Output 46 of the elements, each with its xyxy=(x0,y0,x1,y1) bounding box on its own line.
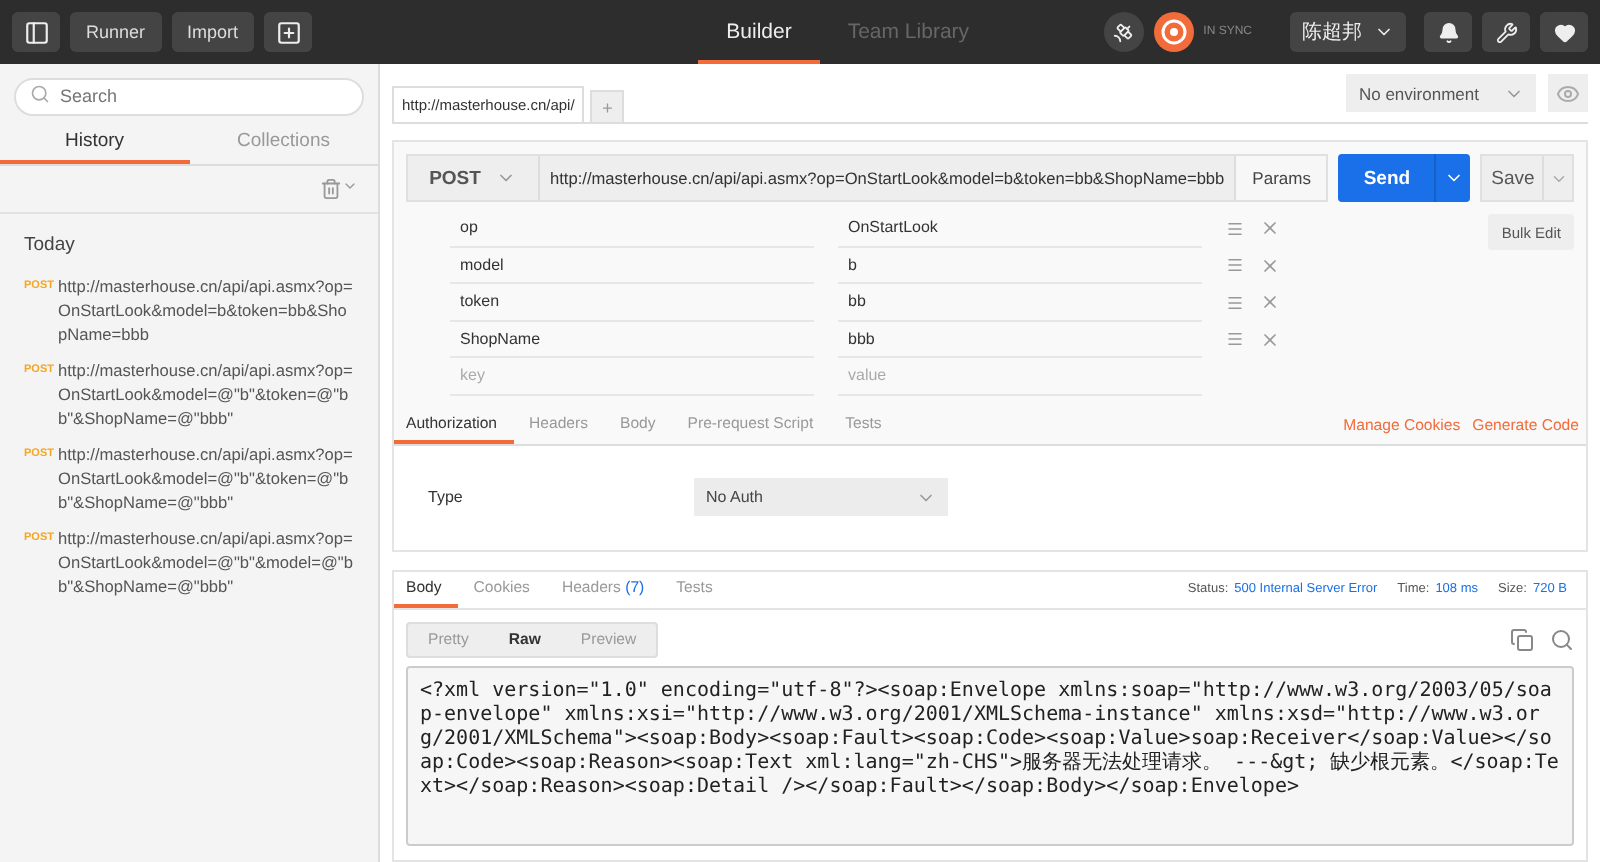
environment-select[interactable]: No environment xyxy=(1346,74,1537,112)
copy-icon[interactable] xyxy=(1510,627,1535,651)
history-item[interactable]: http://masterhouse.cn/api/api.asmx?op=OnStartLook&model=@"b"&token=@"bb"&ShopName=@"bbb" xyxy=(58,358,354,430)
auth-type-select[interactable]: No Auth xyxy=(694,478,948,516)
close-icon[interactable] xyxy=(1260,329,1280,350)
send-button[interactable]: Send xyxy=(1338,154,1471,202)
drag-handle-icon[interactable] xyxy=(1226,330,1244,349)
history-item[interactable]: http://masterhouse.cn/api/api.asmx?op=OnStartLook&model=@"b"&token=@"bb"&ShopName=@"bbb" xyxy=(58,442,354,514)
param-key[interactable]: ShopName xyxy=(450,321,814,358)
response-body: <?xml version="1.0" encoding="utf-8"?><soap:Envelope xmlns:soap="http://www.w3.org/2003/05/soap-envelope" xmlns:xsi="http://www.w3.org/2001/XMLSchema-instance" xmlns:xsd="http://www.w3.org/2001/XMLSchema"><soap:Body><soap:Fault><soap:Code><soap:Value>soap:Receiver</soap:Value></soap:Code><soap:Reason><soap:Text xml:lang="zh-CHS">服务器无法处理请求。 ---&gt; 缺少根元素。</soap:Text></soap:Reason><soap:Detail /></soap:Fault></soap:Body></soap:Envelope> xyxy=(406,665,1575,845)
history-item[interactable]: http://masterhouse.cn/api/api.asmx?op=OnStartLook&model=@"b"&model=@"bb"&ShopName=@"bbb" xyxy=(58,526,354,598)
wrench-icon[interactable] xyxy=(1482,12,1530,52)
sync-icon[interactable] xyxy=(1153,12,1194,52)
param-value[interactable]: b xyxy=(838,247,1202,284)
save-button[interactable]: Save xyxy=(1480,154,1575,202)
search-field[interactable]: Search xyxy=(14,77,364,115)
panel-icon xyxy=(23,19,49,45)
toolbar-button[interactable]: Runner xyxy=(70,12,162,52)
search-icon xyxy=(30,84,50,104)
group-heading: Today xyxy=(22,232,77,260)
param-value[interactable]: bbb xyxy=(838,321,1202,358)
param-value[interactable]: OnStartLook xyxy=(838,210,1202,247)
new-window-button[interactable] xyxy=(264,12,313,52)
param-key[interactable]: model xyxy=(450,247,814,284)
plus-square-icon xyxy=(275,19,302,45)
trash-icon[interactable] xyxy=(320,178,358,200)
drag-handle-icon[interactable] xyxy=(1226,219,1244,238)
close-icon[interactable] xyxy=(1260,255,1280,276)
search-icon[interactable] xyxy=(1550,627,1575,651)
history-item[interactable]: http://masterhouse.cn/api/api.asmx?op=OnStartLook&model=b&token=bb&ShopName=bbb xyxy=(58,274,354,346)
bell-icon[interactable] xyxy=(1424,12,1472,52)
param-key[interactable]: op xyxy=(450,210,814,247)
satellite-icon[interactable] xyxy=(1103,12,1144,52)
drag-handle-icon[interactable] xyxy=(1226,293,1244,312)
param-value[interactable]: bb xyxy=(838,284,1202,321)
eye-icon[interactable] xyxy=(1548,74,1589,112)
param-key[interactable]: token xyxy=(450,284,814,321)
auth-type-label: Type xyxy=(428,488,465,506)
toolbar-button[interactable]: Import xyxy=(171,12,255,52)
caret-icon xyxy=(342,178,358,194)
close-icon[interactable] xyxy=(1260,218,1280,239)
user-menu[interactable]: 陈超邦 xyxy=(1290,12,1406,52)
sidebar-tab[interactable]: History xyxy=(0,122,189,164)
sidebar-toggle-button[interactable] xyxy=(12,12,60,52)
drag-handle-icon[interactable] xyxy=(1226,256,1244,275)
close-icon[interactable] xyxy=(1260,292,1280,313)
